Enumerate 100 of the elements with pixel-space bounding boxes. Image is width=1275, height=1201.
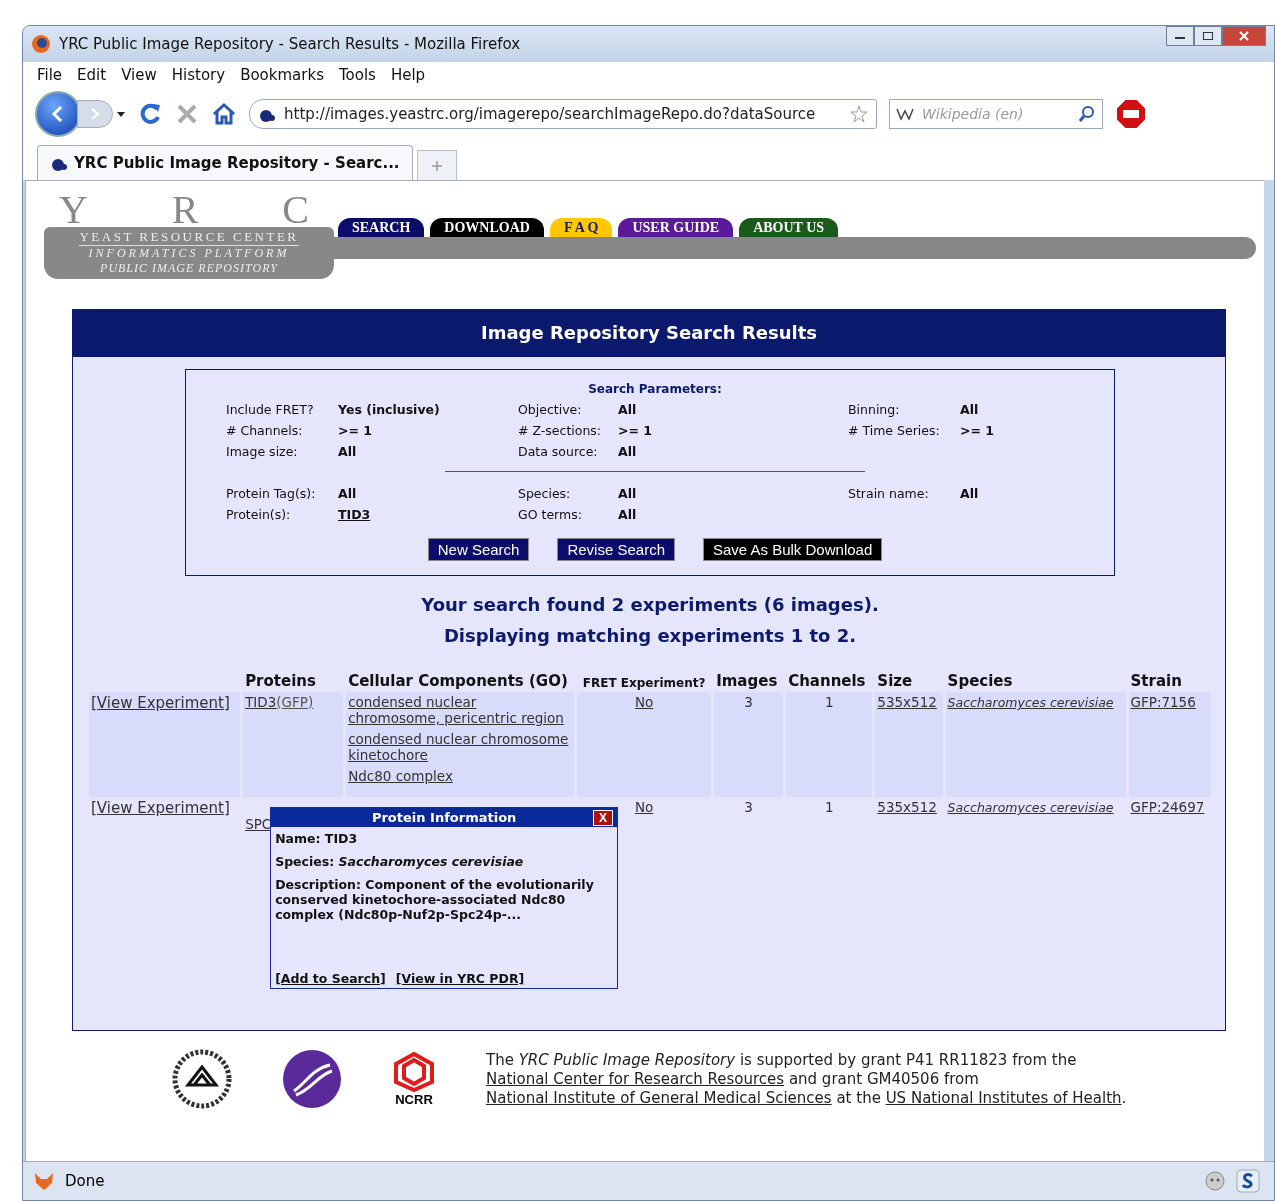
footer-link[interactable]: National Center for Research Resources xyxy=(486,1069,785,1088)
parameter-value: All xyxy=(338,486,358,501)
nih-seal-icon xyxy=(172,1049,232,1109)
strain-link[interactable]: GFP:7156 xyxy=(1130,694,1196,710)
maximize-button[interactable] xyxy=(1194,26,1222,46)
home-icon[interactable] xyxy=(211,102,237,126)
parameter-label: Binning: xyxy=(848,402,901,417)
go-term-link[interactable]: condensed nuclear chromosome, pericentric region xyxy=(348,694,573,726)
menu-item[interactable]: History xyxy=(171,66,226,84)
adblock-icon[interactable] xyxy=(1115,98,1147,130)
funding-note: The YRC Public Image Repository is supported by grant P41 RR11823 from the National Center for Research Resources and grant GM40506 from National Institute of General Medical Sciences at the US National Institutes of Health. xyxy=(486,1050,1128,1108)
popup-link[interactable]: [Add to Search] xyxy=(275,971,386,986)
size-link[interactable]: 535x512 xyxy=(877,694,937,710)
view-experiment-link[interactable]: [View Experiment] xyxy=(91,694,230,712)
minimize-button[interactable] xyxy=(1166,26,1194,46)
table-cell-text: 3 xyxy=(743,798,754,817)
nav-tab[interactable]: USER GUIDE xyxy=(618,218,734,237)
column-header: Proteins xyxy=(244,672,317,692)
fox-icon xyxy=(33,1171,55,1191)
close-icon xyxy=(1238,31,1250,41)
footer-link[interactable]: US National Institutes of Health xyxy=(885,1088,1122,1107)
parameters-heading: Search Parameters: xyxy=(587,382,723,396)
parameter-value: Yes (inclusive) xyxy=(338,402,441,417)
protein-link[interactable]: SPC xyxy=(245,816,272,832)
results-summary: Displaying matching experiments 1 to 2. xyxy=(443,625,857,646)
menu-item[interactable]: Help xyxy=(390,66,426,84)
parameter-label: GO terms: xyxy=(518,507,583,522)
menu-item[interactable]: File xyxy=(37,66,63,84)
protein-link[interactable]: TID3 xyxy=(245,694,277,710)
nav-tab[interactable]: F A Q xyxy=(549,218,613,237)
menu-item[interactable]: Edit xyxy=(77,66,107,84)
parameter-value: All xyxy=(618,444,638,459)
table-cell-text: 1 xyxy=(823,798,835,817)
parameter-link[interactable]: TID3 xyxy=(338,507,518,522)
column-header: Species xyxy=(946,672,1014,692)
maximize-icon xyxy=(1202,31,1214,41)
parameter-value: >= 1 xyxy=(960,423,995,438)
table-cell: 1 xyxy=(786,692,873,797)
view-experiment-link[interactable]: [View Experiment] xyxy=(91,799,230,817)
go-term-link[interactable]: condensed nuclear chromosome kinetochore xyxy=(348,731,573,763)
fret-link[interactable]: No xyxy=(634,799,654,815)
parameter-label: Include FRET? xyxy=(226,402,315,417)
parameter-label: Objective: xyxy=(518,402,583,417)
close-button[interactable] xyxy=(1222,26,1266,46)
logo-letter: C xyxy=(282,193,309,227)
parameter-label: Protein Tag(s): xyxy=(226,486,317,501)
table-cell: 3 xyxy=(714,692,784,797)
parameter-value: >= 1 xyxy=(618,423,653,438)
s-badge-icon[interactable] xyxy=(1236,1169,1260,1193)
parameter-label: Data source: xyxy=(518,444,599,459)
species-link[interactable]: Saccharomyces cerevisiae xyxy=(947,800,1114,815)
column-header: FRET Experiment? xyxy=(581,675,707,692)
results-summary: Your search found 2 experiments (6 images). xyxy=(421,594,879,615)
nav-tab[interactable]: ABOUT US xyxy=(739,218,839,237)
logo-letter: Y xyxy=(59,193,88,227)
column-header: Channels xyxy=(787,672,867,692)
species-link[interactable]: Saccharomyces cerevisiae xyxy=(947,695,1114,710)
protein-description: Description: Component of the evolutionarily conserved kinetochore-associated Ndc80 complex (Ndc80p-Nuf2p-Spc24p-... xyxy=(275,877,595,922)
search-icon[interactable] xyxy=(1078,105,1096,123)
menu-item[interactable]: View xyxy=(121,66,157,84)
search-button[interactable]: Revise Search xyxy=(557,538,675,561)
address-field[interactable]: http://images.yeastrc.org/imagerepo/searchImageRepo.do?dataSource xyxy=(249,99,877,129)
menu-item[interactable]: Bookmarks xyxy=(240,66,324,84)
ncrr-logo-text: NCRR xyxy=(395,1091,433,1107)
strain-link[interactable]: GFP:24697 xyxy=(1130,799,1205,815)
footer-link[interactable]: National Institute of General Medical Sciences xyxy=(486,1088,832,1107)
search-button[interactable]: New Search xyxy=(427,538,530,561)
fret-link[interactable]: No xyxy=(634,694,654,710)
close-button[interactable]: X xyxy=(593,810,614,826)
star-icon[interactable] xyxy=(850,105,868,123)
parameter-label: # Z-sections: xyxy=(518,423,603,438)
nav-tab[interactable]: DOWNLOAD xyxy=(430,218,544,237)
go-term-link[interactable]: Ndc80 complex xyxy=(348,768,573,784)
parameter-value: All xyxy=(960,486,980,501)
parameter-label: # Time Series: xyxy=(848,423,941,438)
nav-tab[interactable]: SEARCH xyxy=(338,218,425,237)
status-text: Done xyxy=(65,1172,105,1190)
logo-subtitle: INFORMATICS PLATFORM xyxy=(88,246,290,261)
parameter-value: All xyxy=(618,486,638,501)
popup-link[interactable]: [View in YRC PDR] xyxy=(395,971,525,986)
ncrr-logo-icon xyxy=(392,1051,436,1092)
caret-icon[interactable] xyxy=(117,111,125,117)
logo-subtitle: PUBLIC IMAGE REPOSITORY xyxy=(100,261,278,276)
firefox-icon xyxy=(31,34,51,54)
parameter-label: Species: xyxy=(518,486,572,501)
logo-name: YEAST RESOURCE CENTER xyxy=(79,229,299,246)
tag-link[interactable]: (GFP) xyxy=(276,694,314,710)
parameter-label: Protein(s): xyxy=(226,507,292,522)
parameter-value: All xyxy=(618,402,638,417)
menu-item[interactable]: Tools xyxy=(338,66,376,84)
wikipedia-icon xyxy=(896,107,914,121)
search-button[interactable]: Save As Bulk Download xyxy=(703,538,883,561)
browser-tab[interactable]: YRC Public Image Repository - Searc... xyxy=(37,145,413,180)
logo-letter: R xyxy=(171,193,199,227)
size-link[interactable]: 535x512 xyxy=(877,799,937,815)
parameter-label: Strain name: xyxy=(848,486,930,501)
parameter-value: >= 1 xyxy=(338,423,373,438)
column-header: Size xyxy=(876,672,914,692)
monkey-icon[interactable] xyxy=(1204,1170,1226,1192)
swoosh-logo-icon xyxy=(282,1049,342,1109)
